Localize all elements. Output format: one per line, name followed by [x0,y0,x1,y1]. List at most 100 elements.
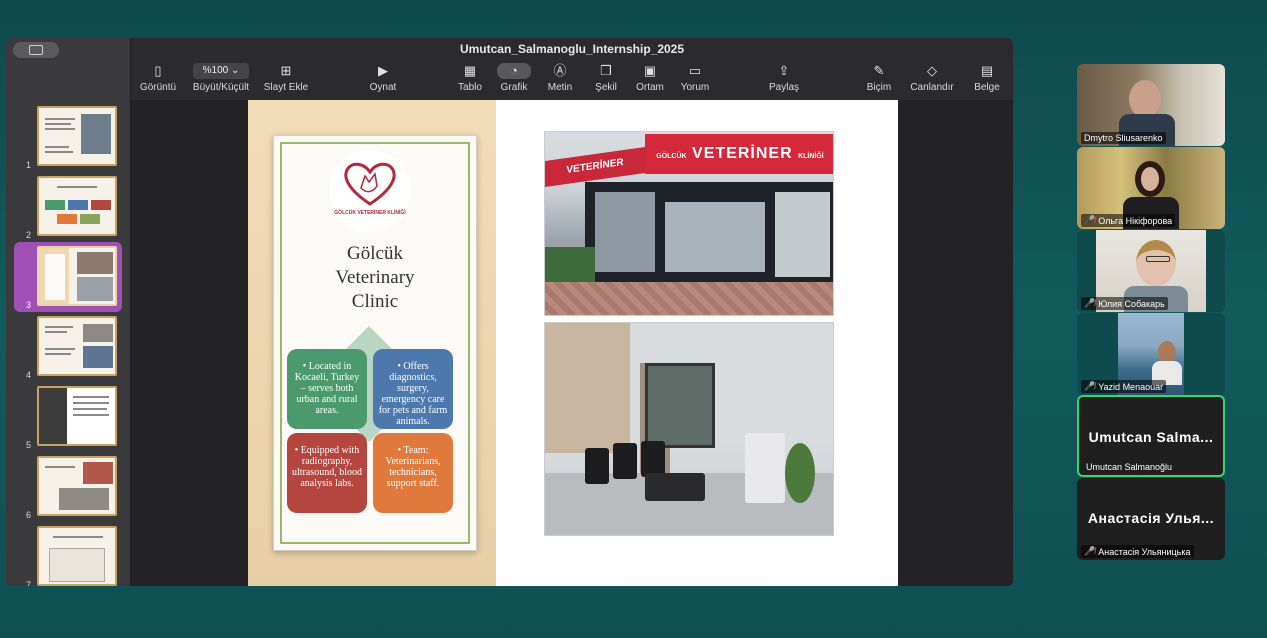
media-label: Ortam [636,82,664,93]
sidebar-view-icon: ▯ [154,63,162,78]
comment-label: Yorum [680,82,710,93]
slide-thumbnail-1[interactable]: 1 [6,106,131,170]
mic-muted-icon: 🎤̸ [1084,381,1096,391]
participant-tile[interactable]: 🎤̸ Юлия Собакарь [1077,230,1225,312]
storefront [585,182,833,287]
clinic-logo: GÖLCÜK VETERİNER KLİNİĞİ [329,150,411,232]
shape-button[interactable]: ❒ Şekil [589,63,623,93]
participant-tile-active[interactable]: Umutcan Salma... Umutcan Salmanoğlu [1077,395,1225,477]
info-box-team: • Team: Veterinarians, technicians, supp… [373,433,453,513]
animate-button[interactable]: ◇ Canlandır [907,63,957,93]
table [645,473,705,501]
format-button[interactable]: ✎ Biçim [862,63,896,93]
mic-muted-icon: 🎤̸ [1084,546,1096,556]
slide-thumbnail-4[interactable]: 4 [6,316,131,380]
heart-pet-icon [344,162,396,206]
participant-name: Dmytro Sliusarenko [1084,133,1163,143]
slide-navigator: 1 2 3 4 5 6 7 [6,38,131,586]
title-line: Veterinary [335,267,415,288]
info-box-location: • Located in Kocaeli, Turkey – serves bo… [287,349,367,429]
slide-thumbnail-image [37,386,117,446]
text-icon: Ⓐ [553,63,567,78]
participant-display-name: Umutcan Salma... [1088,429,1214,445]
media-icon: ▣ [643,63,657,78]
comment-icon: ▭ [688,63,702,78]
sign-main: VETERİNER [692,145,793,162]
slide-thumbnail-image [37,456,117,516]
sidebar-toggle-button[interactable] [13,42,59,58]
add-slide-icon: ⊞ [280,63,292,78]
title-line: Clinic [351,291,399,312]
slide-thumbnail-image [37,246,117,306]
zoom-value: %100 [202,65,229,76]
document-label: Belge [974,82,1000,93]
play-button[interactable]: ▶ Oynat [365,63,401,93]
participant-face [1136,240,1176,286]
view-button[interactable]: ▯ Görüntü [135,63,181,93]
view-label: Görüntü [139,82,177,93]
slide-number: 4 [26,370,32,380]
animate-label: Canlandır [910,82,954,93]
participant-tile[interactable]: 🎤̸ Yazid Menaouar [1077,313,1225,395]
counter [745,433,785,503]
table-icon: ▦ [463,63,477,78]
text-button[interactable]: Ⓐ Metin [543,63,577,93]
info-box-services: • Offers diagnostics, surgery, emergency… [373,349,453,429]
clinic-poster[interactable]: GÖLCÜK VETERİNER KLİNİĞİ Gölcük Veterina… [273,135,477,551]
mic-muted-icon: 🎤̸ [1084,215,1096,225]
document-icon: ▤ [980,63,994,78]
zoom-dropdown[interactable]: %100 ⌄ [193,63,249,79]
slide-canvas[interactable]: GÖLCÜK VETERİNER KLİNİĞİ Gölcük Veterina… [131,100,1013,586]
participant-tile[interactable]: 🎤̸ Ольга Нікіфорова [1077,147,1225,229]
info-box-equipment: • Equipped with radiography, ultrasound,… [287,433,367,513]
interior-window [545,323,630,453]
zoom-label: Büyüt/Küçült [192,82,250,93]
title-line: Gölcük [347,243,403,264]
add-slide-button[interactable]: ⊞ Slayt Ekle [261,63,311,93]
participant-face [1158,341,1176,363]
slide-number: 6 [26,510,32,520]
format-icon: ✎ [873,63,885,78]
hedge [545,247,595,287]
clinic-exterior-photo[interactable]: VETERİNER GÖLCÜK VETERİNER KLİNİĞİ [544,131,834,316]
clinic-interior-photo[interactable] [544,322,834,536]
participant-display-name: Анастасія Улья... [1087,510,1215,526]
slide-number: 2 [26,230,32,240]
participant-name-tag: Dmytro Sliusarenko [1081,132,1166,144]
slide-thumbnail-2[interactable]: 2 [6,176,131,240]
participant-tile[interactable]: Dmytro Sliusarenko [1077,64,1225,146]
slide-thumbnail-image [37,316,117,376]
chair [613,443,637,479]
participant-tile[interactable]: Анастасія Улья... 🎤̸ Анастасія Ульяницьк… [1077,478,1225,560]
slide-thumbnail-image [37,106,117,166]
chair [641,441,665,477]
window-title: Umutcan_Salmanoglu_Internship_2025 [459,42,685,56]
comment-button[interactable]: ▭ Yorum [678,63,712,93]
media-button[interactable]: ▣ Ortam [633,63,667,93]
participant-name: Ольга Нікіфорова [1098,215,1173,226]
share-button[interactable]: ⇪ Paylaş [764,63,804,93]
slide-number: 3 [26,300,32,310]
interior-door [645,363,715,448]
slide-thumbnail-7[interactable]: 7 [6,526,131,586]
current-slide[interactable]: GÖLCÜK VETERİNER KLİNİĞİ Gölcük Veterina… [248,100,898,586]
slide-thumbnail-6[interactable]: 6 [6,456,131,520]
participant-name: Yazid Menaouar [1098,381,1164,392]
logo-text: GÖLCÜK VETERİNER KLİNİĞİ [334,210,406,216]
poster-title: Gölcük Veterinary Clinic [274,242,476,314]
animate-icon: ◇ [927,63,937,78]
chart-icon: ◔ [497,63,531,79]
pavement [545,282,833,315]
sign-small: KLİNİĞİ [798,153,824,160]
slide-number: 7 [26,580,32,586]
document-button[interactable]: ▤ Belge [967,63,1007,93]
chart-button[interactable]: ◔ Grafik [497,63,531,93]
slide-thumbnail-image [37,526,117,586]
plant [785,443,815,503]
slide-thumbnail-5[interactable]: 5 [6,386,131,450]
table-button[interactable]: ▦ Tablo [453,63,487,93]
zoom-control[interactable]: %100 ⌄ Büyüt/Küçült [187,63,255,93]
mic-muted-icon: 🎤̸ [1084,298,1096,308]
slide-thumbnail-3[interactable]: 3 [6,242,131,312]
format-label: Biçim [866,82,892,93]
